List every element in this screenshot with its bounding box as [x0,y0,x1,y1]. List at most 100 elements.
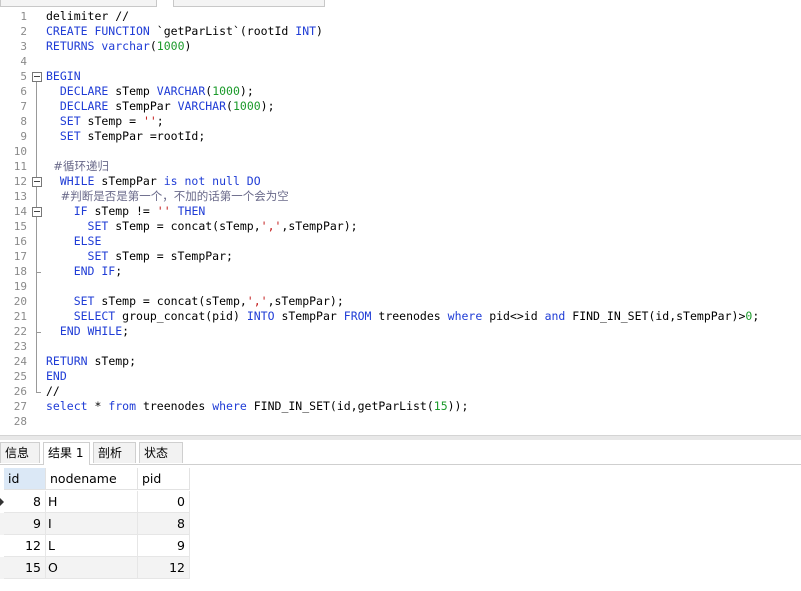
cell-nodename[interactable]: H [46,491,138,513]
cell-id[interactable]: 15 [4,557,46,579]
code-line[interactable]: 10 [0,144,801,159]
code-token: sTemp [108,84,157,98]
code-line[interactable]: 1 delimiter // [0,9,801,24]
code-line[interactable]: 23 [0,339,801,354]
fold-toggle-icon[interactable] [32,72,42,82]
code-text: SET sTemp = concat(sTemp,',',sTempPar); [46,294,344,309]
column-header-id[interactable]: id [4,468,46,490]
line-number: 15 [13,220,27,233]
code-line[interactable]: 4 [0,54,801,69]
cell-id[interactable]: 12 [4,535,46,557]
code-line[interactable]: 13 #判断是否是第一个，不加的话第一个会为空 [0,189,801,204]
code-text: END [46,369,67,384]
top-tab-stub-right[interactable] [173,0,325,7]
code-token: 1000 [156,39,185,53]
cell-id[interactable]: 9 [4,513,46,535]
cell-pid[interactable]: 9 [138,535,190,557]
code-line[interactable]: 22 END WHILE; [0,324,801,339]
code-text: #判断是否是第一个，不加的话第一个会为空 [46,189,289,204]
fold-toggle-icon[interactable] [32,207,42,217]
code-token: DECLARE [46,84,109,98]
code-token: treenodes [371,309,448,323]
code-token: END WHILE [46,324,123,338]
column-header-pid[interactable]: pid [138,468,190,490]
code-token: INT [295,24,317,38]
code-line[interactable]: 8 SET sTemp = ''; [0,114,801,129]
table-row[interactable]: 15 O 12 [0,557,190,579]
code-line[interactable]: 25 END [0,369,801,384]
code-token: '' [142,114,157,128]
code-token: IF [46,204,88,218]
code-token: group_concat(pid) [115,309,247,323]
code-token: #判断是否是第一个，不加的话第一个会为空 [46,189,289,203]
code-line[interactable]: 14 IF sTemp != '' THEN [0,204,801,219]
cell-pid[interactable]: 8 [138,513,190,535]
tab-status[interactable]: 状态 [139,442,183,463]
code-text: END WHILE; [46,324,129,339]
code-line[interactable]: 16 ELSE [0,234,801,249]
line-number: 6 [20,85,27,98]
line-number: 5 [20,70,27,83]
code-token: FIND_IN_SET(id,getParList( [246,399,434,413]
code-line[interactable]: 28 [0,414,801,429]
line-number: 28 [13,415,27,428]
cell-nodename[interactable]: I [46,513,138,535]
code-token: THEN [177,204,206,218]
code-line[interactable]: 2 CREATE FUNCTION `getParList`(rootId INT… [0,24,801,39]
code-text: DECLARE sTempPar VARCHAR(1000); [46,99,275,114]
fold-end-marker [36,332,41,333]
code-text: SELECT group_concat(pid) INTO sTempPar F… [46,309,760,324]
code-token: ',' [246,294,268,308]
line-number: 22 [13,325,27,338]
code-text: END IF; [46,264,123,279]
line-number: 27 [13,400,27,413]
code-line[interactable]: 19 [0,279,801,294]
tab-profile[interactable]: 剖析 [93,442,136,463]
sql-editor[interactable]: 1 delimiter // 2 CREATE FUNCTION `getParLis… [0,7,801,435]
tab-info[interactable]: 信息 [0,442,40,463]
code-line[interactable]: 15 SET sTemp = concat(sTemp,',',sTempPar… [0,219,801,234]
line-number: 21 [13,310,27,323]
code-line[interactable]: 24 RETURN sTemp; [0,354,801,369]
code-token: is not null DO [163,174,261,188]
code-token: END [46,369,67,383]
code-line[interactable]: 18 END IF; [0,264,801,279]
table-row[interactable]: 12 L 9 [0,535,190,557]
result-tabs: 信息 结果 1 剖析 状态 [0,440,801,465]
cell-nodename[interactable]: O [46,557,138,579]
code-line[interactable]: 9 SET sTempPar =rootId; [0,129,801,144]
code-line[interactable]: 6 DECLARE sTemp VARCHAR(1000); [0,84,801,99]
column-header-nodename[interactable]: nodename [46,468,138,490]
cell-pid[interactable]: 0 [138,491,190,513]
line-number: 2 [20,25,27,38]
code-token: ; [122,324,130,338]
code-token: ,sTempPar); [281,219,358,233]
line-number: 23 [13,340,27,353]
code-token: where [212,399,247,413]
cell-id[interactable]: 8 [4,491,46,513]
code-line[interactable]: 20 SET sTemp = concat(sTemp,',',sTempPar… [0,294,801,309]
code-line[interactable]: 7 DECLARE sTempPar VARCHAR(1000); [0,99,801,114]
tab-result-1[interactable]: 结果 1 [43,442,90,465]
code-token: sTempPar =rootId; [80,129,206,143]
code-line[interactable]: 26 // [0,384,801,399]
code-line[interactable]: 27 select * from treenodes where FIND_IN_… [0,399,801,414]
code-line[interactable]: 11 #循环递归 [0,159,801,174]
table-row[interactable]: 8H0 [0,491,190,513]
line-number: 10 [13,145,27,158]
code-line[interactable]: 3 RETURNS varchar(1000) [0,39,801,54]
code-token: ); [239,84,254,98]
line-number: 19 [13,280,27,293]
code-line[interactable]: 17 SET sTemp = sTempPar; [0,249,801,264]
code-token: END IF [46,264,116,278]
cell-nodename[interactable]: L [46,535,138,557]
code-line[interactable]: 12 WHILE sTempPar is not null DO [0,174,801,189]
cell-pid[interactable]: 12 [138,557,190,579]
code-token: and [544,309,566,323]
code-line[interactable]: 21 SELECT group_concat(pid) INTO sTempPa… [0,309,801,324]
table-row[interactable]: 9I8 [0,513,190,535]
code-line[interactable]: 5 BEGIN [0,69,801,84]
fold-toggle-icon[interactable] [32,177,42,187]
code-text: // [46,384,60,399]
top-tab-stub-left[interactable] [0,0,157,7]
